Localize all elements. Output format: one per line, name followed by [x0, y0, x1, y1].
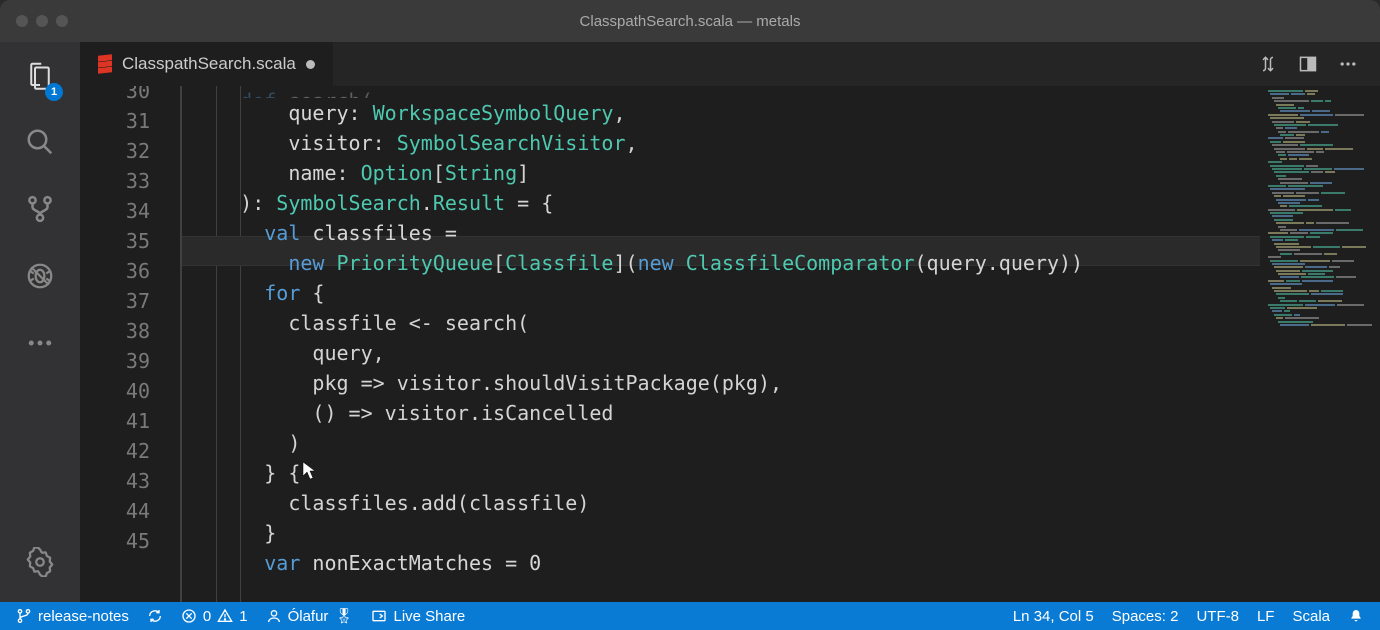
code-line[interactable]: def search( [192, 86, 1260, 98]
line-number: 36 [80, 256, 150, 286]
live-share-status[interactable]: Live Share [371, 608, 465, 625]
mouse-cursor [302, 461, 318, 481]
source-control-icon[interactable] [25, 194, 55, 229]
line-number: 30 [80, 86, 150, 106]
status-bar: release-notes 0 1 Ólafur 🎖 Live Share Ln… [0, 602, 1380, 630]
explorer-icon[interactable]: 1 [25, 60, 55, 95]
code-editor[interactable]: 2930313233343536373839404142434445 def s… [80, 86, 1380, 602]
code-line[interactable]: } [192, 518, 1260, 548]
title-bar: ClasspathSearch.scala — metals [0, 0, 1380, 42]
explorer-badge: 1 [45, 83, 63, 101]
medal-icon: 🎖 [334, 607, 353, 625]
code-line[interactable]: var nonExactMatches = 0 [192, 548, 1260, 578]
sync-status[interactable] [147, 608, 163, 624]
line-number: 42 [80, 436, 150, 466]
code-line[interactable]: () => visitor.isCancelled [192, 398, 1260, 428]
line-number: 37 [80, 286, 150, 316]
code-line[interactable]: for { [192, 278, 1260, 308]
eol-status[interactable]: LF [1257, 608, 1275, 625]
indentation-status[interactable]: Spaces: 2 [1112, 608, 1179, 625]
settings-gear-icon[interactable] [25, 547, 55, 582]
line-number: 32 [80, 136, 150, 166]
editor-actions [1258, 42, 1380, 86]
tab-label: ClasspathSearch.scala [122, 54, 296, 74]
code-line[interactable]: classfiles.add(classfile) [192, 488, 1260, 518]
line-number: 43 [80, 466, 150, 496]
line-number-gutter: 2930313233343536373839404142434445 [80, 86, 180, 602]
line-number: 44 [80, 496, 150, 526]
tab-classpathsearch[interactable]: ClasspathSearch.scala [80, 42, 333, 86]
code-line[interactable]: name: Option[String] [192, 158, 1260, 188]
more-actions-icon[interactable] [1338, 54, 1358, 74]
code-line[interactable]: pkg => visitor.shouldVisitPackage(pkg), [192, 368, 1260, 398]
line-number: 40 [80, 376, 150, 406]
encoding-status[interactable]: UTF-8 [1196, 608, 1239, 625]
close-window-button[interactable] [16, 15, 28, 27]
line-number: 35 [80, 226, 150, 256]
line-number: 38 [80, 316, 150, 346]
git-branch-status[interactable]: release-notes [16, 608, 129, 625]
editor-area: ClasspathSearch.scala 293031323334353637… [80, 42, 1380, 602]
minimap[interactable] [1260, 86, 1380, 602]
code-line[interactable]: } { [192, 458, 1260, 488]
cursor-position-status[interactable]: Ln 34, Col 5 [1013, 608, 1094, 625]
language-mode-status[interactable]: Scala [1292, 608, 1330, 625]
line-number: 39 [80, 346, 150, 376]
notifications-icon[interactable] [1348, 608, 1364, 624]
modified-indicator [306, 60, 315, 69]
minimize-window-button[interactable] [36, 15, 48, 27]
debug-icon[interactable] [25, 261, 55, 296]
problems-status[interactable]: 0 1 [181, 608, 248, 625]
code-line[interactable]: query, [192, 338, 1260, 368]
code-line[interactable]: ): SymbolSearch.Result = { [192, 188, 1260, 218]
more-icon[interactable] [25, 328, 55, 363]
code-content[interactable]: def search( query: WorkspaceSymbolQuery,… [182, 86, 1260, 602]
scala-file-icon [98, 54, 112, 73]
line-number: 45 [80, 526, 150, 556]
window-controls [0, 15, 68, 27]
fullscreen-window-button[interactable] [56, 15, 68, 27]
split-editor-icon[interactable] [1298, 54, 1318, 74]
code-line[interactable]: query: WorkspaceSymbolQuery, [192, 98, 1260, 128]
compare-changes-icon[interactable] [1258, 54, 1278, 74]
line-number: 31 [80, 106, 150, 136]
line-number: 34 [80, 196, 150, 226]
window-title: ClasspathSearch.scala — metals [580, 13, 801, 30]
line-number: 41 [80, 406, 150, 436]
line-number: 33 [80, 166, 150, 196]
code-line[interactable]: visitor: SymbolSearchVisitor, [192, 128, 1260, 158]
activity-bar: 1 [0, 42, 80, 602]
search-icon[interactable] [25, 127, 55, 162]
code-line[interactable]: classfile <- search( [192, 308, 1260, 338]
editor-tabs: ClasspathSearch.scala [80, 42, 1380, 86]
account-status[interactable]: Ólafur 🎖 [266, 607, 354, 625]
code-line[interactable]: ) [192, 428, 1260, 458]
